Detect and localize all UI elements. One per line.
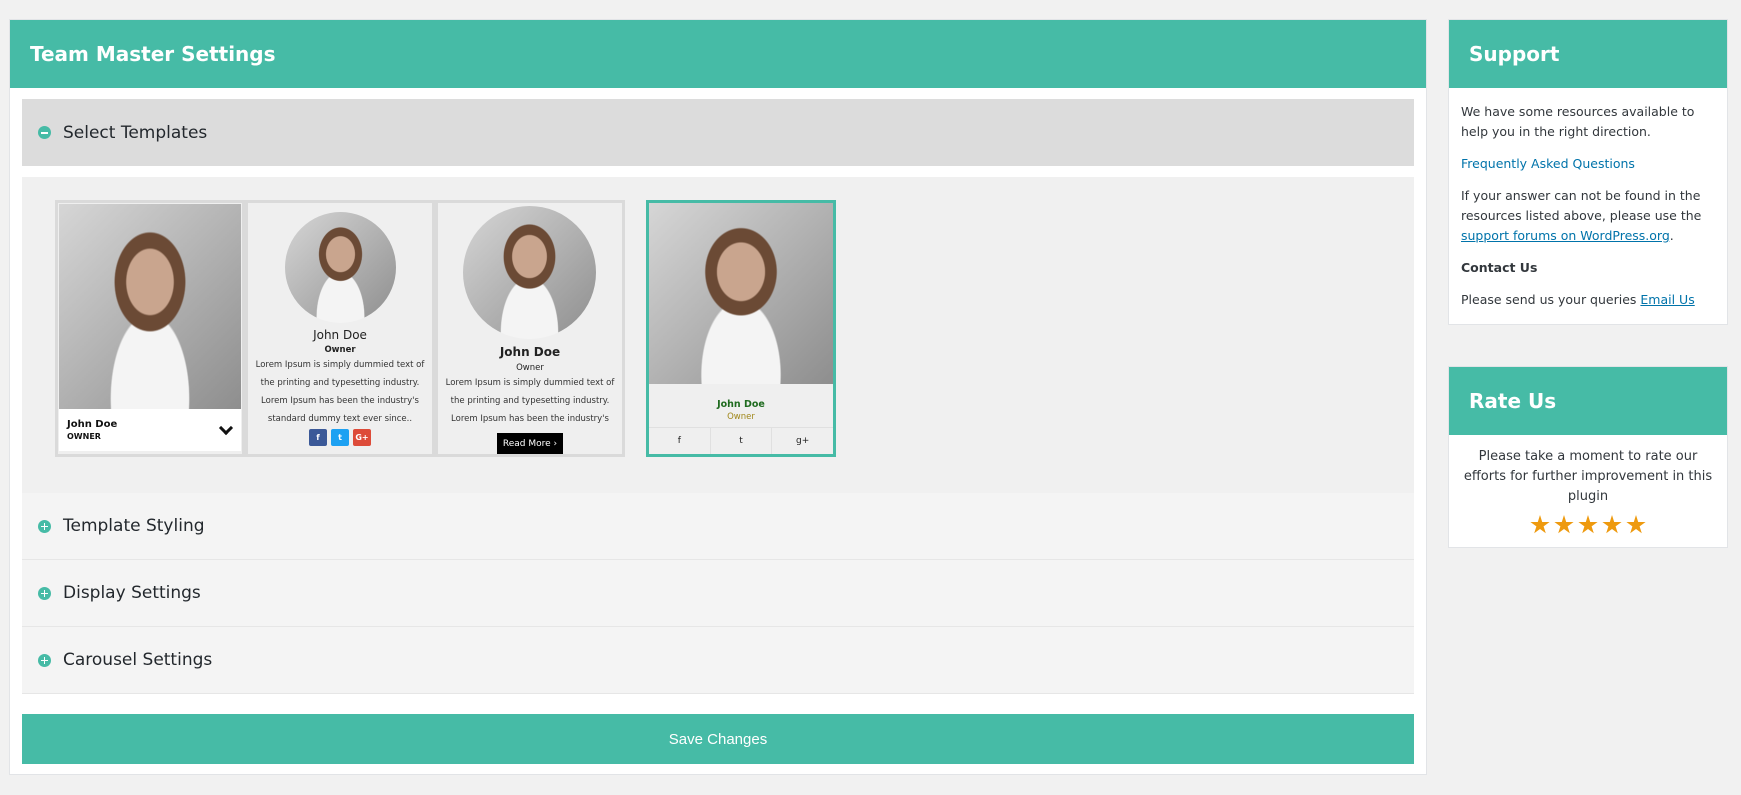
star-icon[interactable]	[1602, 515, 1622, 534]
social-links: f t G+	[248, 429, 432, 446]
member-role: Owner	[516, 363, 544, 373]
member-name: John Doe	[499, 345, 561, 359]
email-link[interactable]: Email Us	[1640, 292, 1694, 307]
template-card-1[interactable]: John Doe OWNER	[55, 200, 245, 457]
twitter-icon: t	[711, 428, 773, 454]
star-icon[interactable]	[1530, 515, 1550, 534]
template-card-4[interactable]: John Doe Owner f t g+	[646, 200, 836, 457]
section-template-styling: Template Styling	[22, 493, 1414, 560]
support-box: Support We have some resources available…	[1448, 19, 1728, 325]
facebook-icon: f	[309, 429, 327, 446]
star-icon[interactable]	[1554, 515, 1574, 534]
section-select-templates: Select Templates	[22, 99, 1414, 166]
member-photo	[649, 203, 833, 384]
rate-title: Rate Us	[1449, 367, 1727, 435]
section-carousel-settings: Carousel Settings	[22, 627, 1414, 694]
expand-icon	[38, 586, 51, 600]
facebook-icon: f	[649, 428, 711, 454]
read-more-button: Read More ›	[497, 433, 563, 454]
template-card-2[interactable]: John Doe Owner Lorem Ipsum is simply dum…	[245, 200, 435, 457]
contact-heading: Contact Us	[1461, 260, 1538, 275]
member-bio: Lorem Ipsum is simply dummied text of th…	[255, 360, 425, 424]
support-title: Support	[1449, 20, 1727, 88]
star-icon[interactable]	[1626, 515, 1646, 534]
member-role: Owner	[324, 345, 356, 355]
member-name: John Doe	[67, 419, 118, 430]
support-intro: We have some resources available to help…	[1461, 104, 1695, 139]
select-templates-header[interactable]: Select Templates	[22, 99, 1414, 166]
queries-text: Please send us your queries	[1461, 292, 1637, 307]
expand-icon	[38, 653, 51, 667]
support-not-found-text: If your answer can not be found in the r…	[1461, 188, 1702, 223]
save-changes-button[interactable]: Save Changes	[22, 714, 1414, 764]
faq-link[interactable]: Frequently Asked Questions	[1461, 156, 1635, 171]
google-plus-icon: G+	[353, 429, 371, 446]
star-icon[interactable]	[1578, 515, 1598, 534]
member-bio: Lorem Ipsum is simply dummied text of th…	[445, 378, 615, 424]
member-name: John Doe	[717, 399, 765, 410]
template-gallery: John Doe OWNER John Doe Owner Lorem Ipsu…	[22, 177, 1414, 493]
member-role: OWNER	[67, 432, 101, 441]
forum-link[interactable]: support forums on WordPress.org	[1461, 228, 1670, 243]
section-display-settings: Display Settings	[22, 560, 1414, 627]
section-label: Select Templates	[63, 122, 208, 143]
page-title: Team Master Settings	[10, 20, 1426, 88]
social-links: f t g+	[649, 427, 833, 454]
collapse-icon	[38, 126, 51, 139]
section-label: Carousel Settings	[63, 650, 213, 670]
member-photo	[59, 204, 241, 409]
member-role: Owner	[727, 412, 755, 422]
expand-icon	[38, 519, 51, 533]
rate-box: Rate Us Please take a moment to rate our…	[1448, 366, 1728, 548]
google-plus-icon: g+	[796, 436, 810, 446]
member-photo	[463, 206, 596, 339]
settings-panel: Team Master Settings Select Templates Jo…	[9, 19, 1427, 775]
rate-text: Please take a moment to rate our efforts…	[1463, 449, 1713, 504]
display-settings-header[interactable]: Display Settings	[22, 560, 1414, 627]
carousel-settings-header[interactable]: Carousel Settings	[22, 627, 1414, 694]
twitter-icon: t	[331, 429, 349, 446]
template-styling-header[interactable]: Template Styling	[22, 493, 1414, 560]
member-photo	[285, 212, 396, 323]
rating-stars[interactable]	[1463, 515, 1713, 535]
member-caption: John Doe OWNER	[59, 409, 241, 451]
section-label: Display Settings	[63, 583, 201, 603]
template-card-3[interactable]: John Doe Owner Lorem Ipsum is simply dum…	[435, 200, 625, 457]
member-name: John Doe	[313, 328, 367, 342]
section-label: Template Styling	[63, 516, 205, 536]
